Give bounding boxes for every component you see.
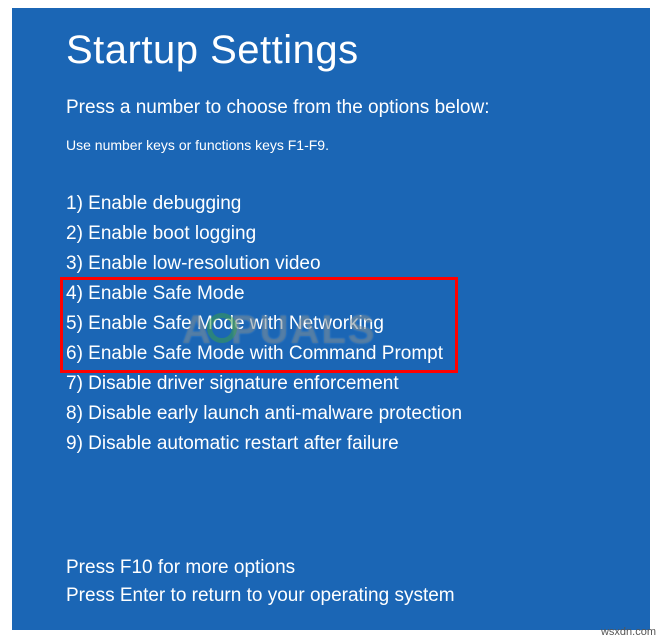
option-3-low-res-video[interactable]: 3) Enable low-resolution video bbox=[66, 249, 612, 279]
footer-return: Press Enter to return to your operating … bbox=[66, 582, 455, 610]
key-hint: Use number keys or functions keys F1-F9. bbox=[66, 137, 612, 153]
instruction-line: Press a number to choose from the option… bbox=[66, 97, 612, 119]
attribution-text: wsxdn.com bbox=[601, 626, 656, 638]
option-7-disable-driver-sig[interactable]: 7) Disable driver signature enforcement bbox=[66, 369, 612, 399]
startup-settings-screen: Startup Settings Press a number to choos… bbox=[12, 8, 650, 630]
option-1-debugging[interactable]: 1) Enable debugging bbox=[66, 189, 612, 219]
page-title: Startup Settings bbox=[66, 28, 612, 73]
option-5-safe-mode-networking[interactable]: 5) Enable Safe Mode with Networking bbox=[66, 309, 612, 339]
option-4-safe-mode[interactable]: 4) Enable Safe Mode bbox=[66, 279, 612, 309]
option-2-boot-logging[interactable]: 2) Enable boot logging bbox=[66, 219, 612, 249]
option-6-safe-mode-cmd[interactable]: 6) Enable Safe Mode with Command Prompt bbox=[66, 339, 612, 369]
options-list: 1) Enable debugging 2) Enable boot loggi… bbox=[66, 189, 612, 459]
option-9-disable-auto-restart[interactable]: 9) Disable automatic restart after failu… bbox=[66, 429, 612, 459]
footer-more-options: Press F10 for more options bbox=[66, 554, 455, 582]
option-8-disable-anti-malware[interactable]: 8) Disable early launch anti-malware pro… bbox=[66, 399, 612, 429]
footer: Press F10 for more options Press Enter t… bbox=[66, 554, 455, 610]
